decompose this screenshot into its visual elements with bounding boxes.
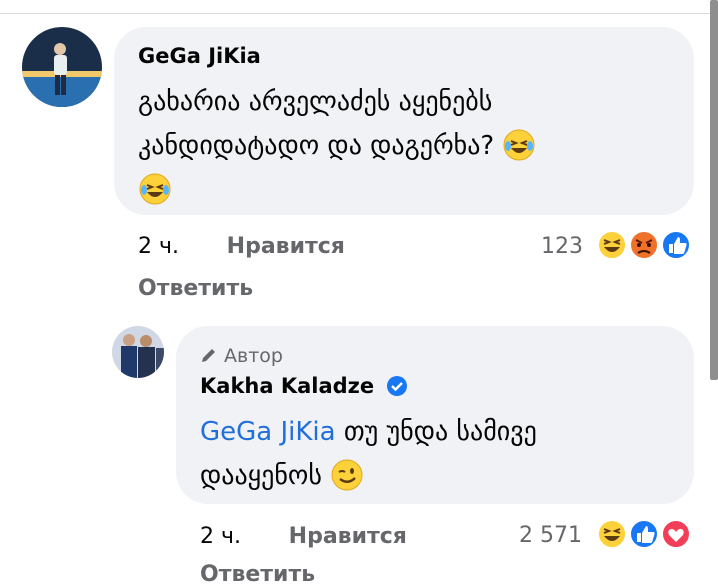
scrollbar[interactable] [710, 0, 718, 380]
haha-reaction-icon [597, 230, 627, 260]
tears-of-joy-emoji-icon [503, 129, 535, 161]
comment-time[interactable]: 2 ч. [200, 524, 241, 549]
author-badge: Автор [200, 345, 283, 367]
comment-meta: 2 ч. Нравится [200, 524, 407, 549]
reaction-count[interactable]: 2 571 [519, 523, 582, 548]
reply-button[interactable]: Ответить [200, 562, 315, 587]
mention-link[interactable]: GeGa JiKia [200, 417, 336, 447]
like-button[interactable]: Нравится [289, 524, 407, 549]
top-divider [0, 13, 718, 14]
tears-of-joy-emoji-icon [139, 173, 171, 205]
comment-author[interactable]: Kakha Kaladze [200, 374, 408, 398]
like-reaction-icon [661, 230, 691, 260]
comment-author[interactable]: GeGa JiKia [138, 44, 261, 68]
reaction-count[interactable]: 123 [541, 234, 583, 259]
reactions[interactable] [596, 229, 694, 261]
reactions[interactable] [596, 518, 694, 550]
reply-button[interactable]: Ответить [138, 276, 253, 301]
winking-face-emoji-icon [331, 459, 363, 491]
avatar[interactable] [112, 326, 164, 378]
love-reaction-icon [661, 519, 691, 549]
verified-badge-icon [387, 376, 408, 396]
comment-time[interactable]: 2 ч. [138, 234, 179, 259]
angry-reaction-icon [629, 230, 659, 260]
comment-meta: 2 ч. Нравится [138, 234, 345, 259]
avatar[interactable] [22, 27, 102, 107]
like-reaction-icon [629, 519, 659, 549]
like-button[interactable]: Нравится [227, 234, 345, 259]
comment-text: GeGa JiKia თუ უნდა სამივე დააყენოს [200, 417, 537, 491]
pencil-icon [202, 349, 215, 362]
haha-reaction-icon [597, 519, 627, 549]
comment-text: გახარია არველაძეს აყენებს კანდიდატადო და… [138, 80, 678, 212]
